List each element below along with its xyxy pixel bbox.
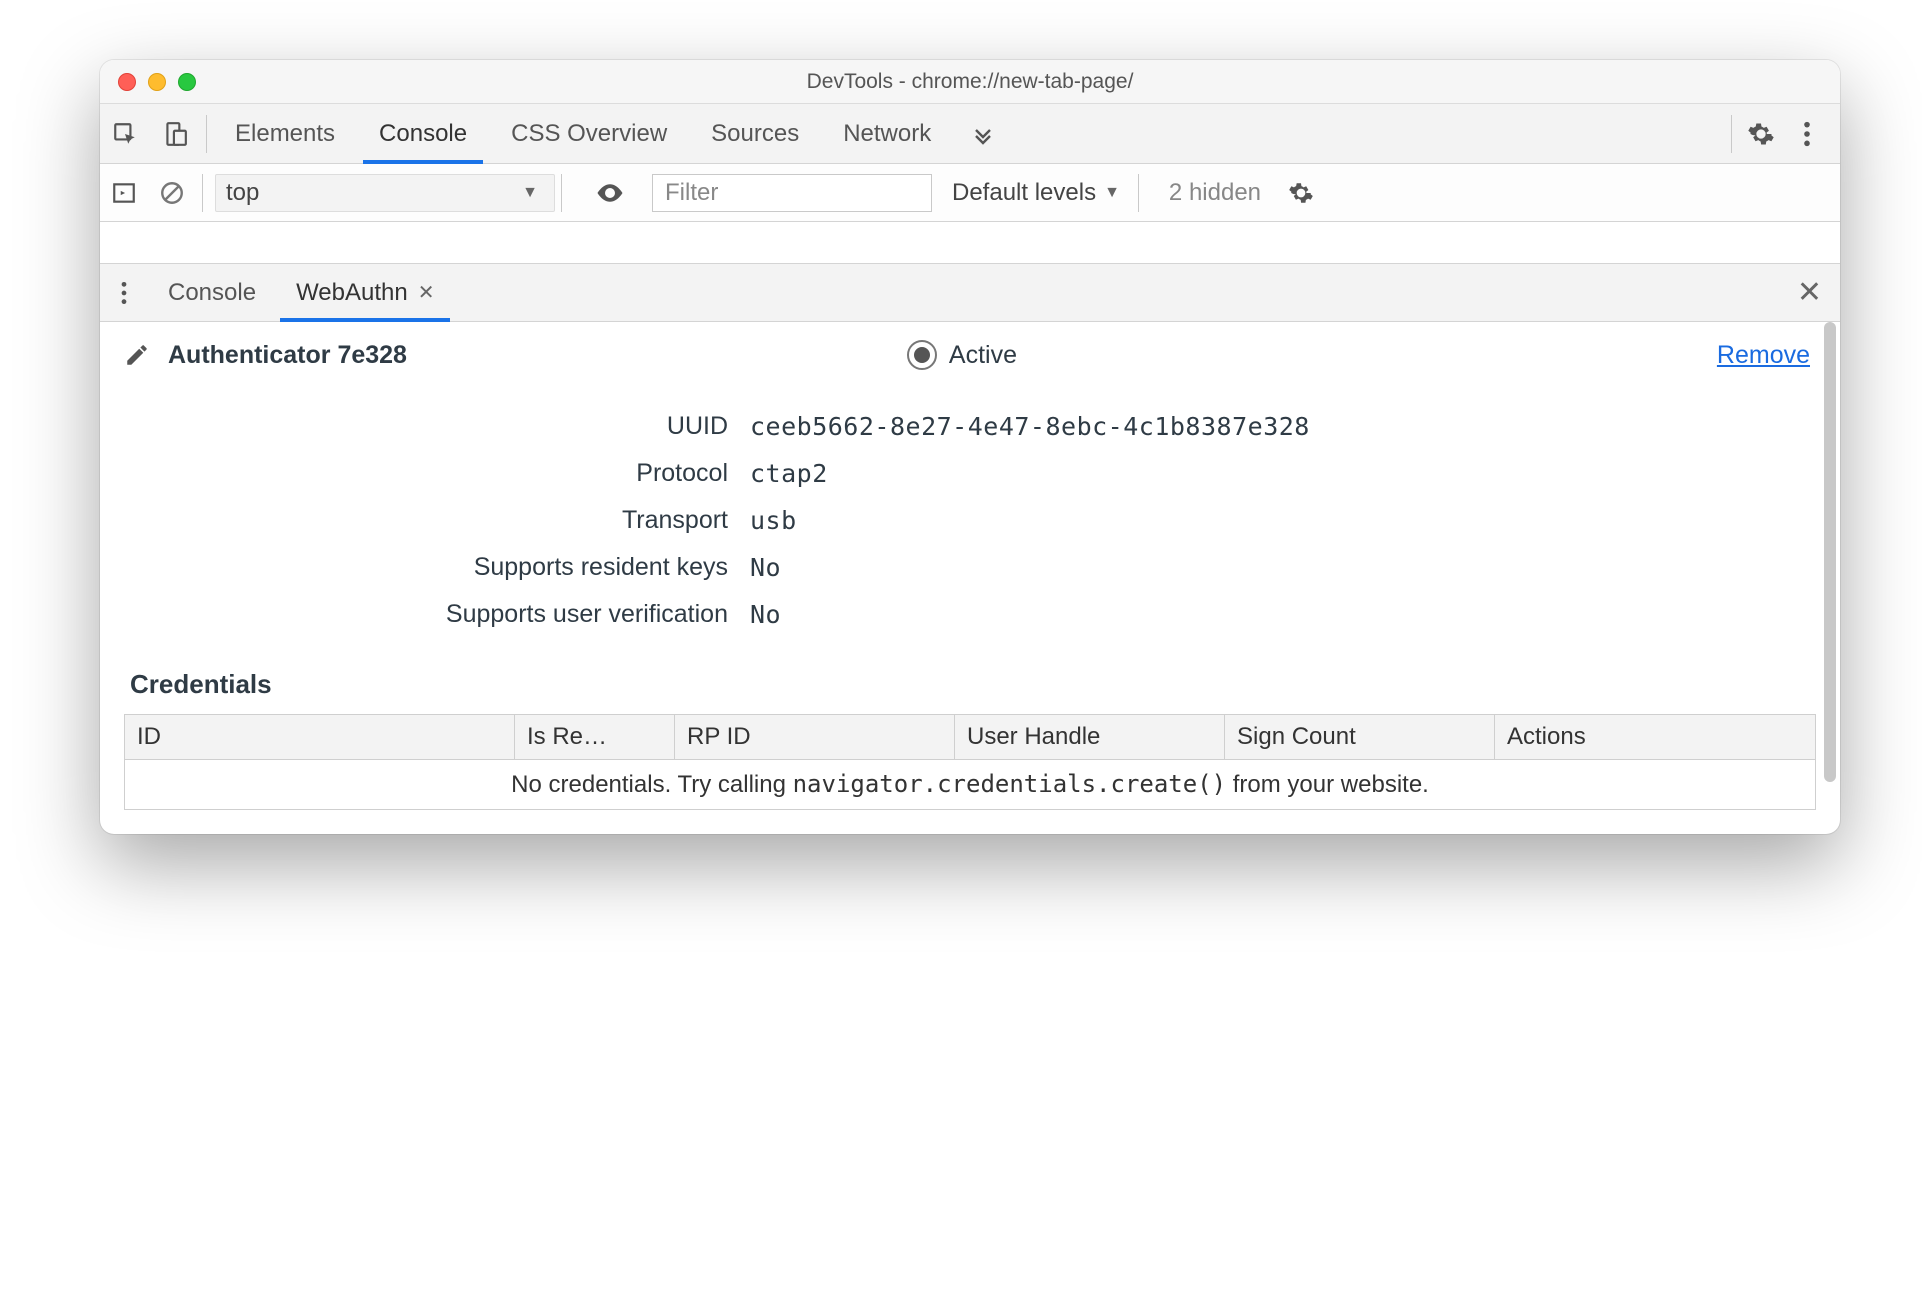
console-sidebar-toggle-icon[interactable] — [100, 180, 148, 206]
table-header-row: ID Is Re… RP ID User Handle Sign Count A… — [125, 715, 1816, 760]
col-rp-id[interactable]: RP ID — [675, 715, 955, 760]
device-toolbar-icon[interactable] — [150, 104, 200, 164]
window-title: DevTools - chrome://new-tab-page/ — [100, 70, 1840, 94]
console-output-area — [100, 222, 1840, 264]
toolbar-divider — [1731, 115, 1732, 153]
col-user-handle[interactable]: User Handle — [955, 715, 1225, 760]
col-actions[interactable]: Actions — [1495, 715, 1816, 760]
drawer-tab-label: WebAuthn — [296, 279, 408, 307]
more-tabs-icon[interactable] — [953, 104, 1013, 164]
dropdown-arrow-icon: ▼ — [1104, 184, 1120, 202]
drawer-tab-console[interactable]: Console — [148, 264, 276, 322]
clear-console-icon[interactable] — [148, 180, 196, 206]
tab-css-overview[interactable]: CSS Overview — [489, 104, 689, 164]
window-zoom-button[interactable] — [178, 73, 196, 91]
uuid-label: UUID — [130, 412, 750, 441]
vertical-scrollbar[interactable] — [1824, 322, 1836, 782]
uuid-value: ceeb5662-8e27-4e47-8ebc-4c1b8387e328 — [750, 412, 1810, 441]
execution-context-label: top — [226, 179, 259, 207]
tab-console[interactable]: Console — [357, 104, 489, 164]
tab-elements[interactable]: Elements — [213, 104, 357, 164]
hidden-messages-label[interactable]: 2 hidden — [1169, 179, 1261, 207]
log-levels-selector[interactable]: Default levels ▼ — [952, 179, 1120, 207]
empty-text-code: navigator.credentials.create() — [793, 770, 1226, 798]
protocol-value: ctap2 — [750, 459, 1810, 488]
transport-label: Transport — [130, 506, 750, 535]
resident-keys-label: Supports resident keys — [130, 553, 750, 582]
dropdown-arrow-icon: ▼ — [522, 184, 538, 202]
drawer-kebab-menu-icon[interactable] — [100, 280, 148, 306]
drawer-tab-label: Console — [168, 279, 256, 307]
active-label: Active — [949, 341, 1017, 370]
table-empty-row: No credentials. Try calling navigator.cr… — [125, 760, 1816, 810]
toolbar-divider — [561, 174, 562, 212]
devtools-window: DevTools - chrome://new-tab-page/ Elemen… — [100, 60, 1840, 834]
log-levels-label: Default levels — [952, 179, 1096, 207]
drawer-tabs: Console WebAuthn ✕ ✕ — [100, 264, 1840, 322]
console-filter-input[interactable] — [652, 174, 932, 212]
empty-text-suffix: from your website. — [1226, 771, 1429, 798]
col-id[interactable]: ID — [125, 715, 515, 760]
console-settings-gear-icon[interactable] — [1277, 180, 1325, 206]
settings-gear-icon[interactable] — [1738, 104, 1784, 164]
main-tabs: Elements Console CSS Overview Sources Ne… — [213, 104, 1013, 164]
col-is-resident[interactable]: Is Re… — [515, 715, 675, 760]
authenticator-properties: UUID ceeb5662-8e27-4e47-8ebc-4c1b8387e32… — [100, 388, 1840, 659]
transport-value: usb — [750, 506, 1810, 535]
empty-text-prefix: No credentials. Try calling — [511, 771, 792, 798]
console-filter-bar: top ▼ Default levels ▼ 2 hidden — [100, 164, 1840, 222]
devtools-main-toolbar: Elements Console CSS Overview Sources Ne… — [100, 104, 1840, 164]
tab-network[interactable]: Network — [821, 104, 953, 164]
user-verification-value: No — [750, 600, 1810, 629]
remove-authenticator-link[interactable]: Remove — [1717, 341, 1810, 370]
col-sign-count[interactable]: Sign Count — [1225, 715, 1495, 760]
toolbar-divider — [1138, 174, 1139, 212]
credentials-heading: Credentials — [100, 659, 1840, 714]
edit-pencil-icon[interactable] — [124, 342, 150, 368]
close-drawer-icon[interactable]: ✕ — [1797, 275, 1840, 310]
inspect-element-icon[interactable] — [100, 104, 150, 164]
kebab-menu-icon[interactable] — [1784, 104, 1830, 164]
webauthn-panel: Authenticator 7e328 Active Remove UUID c… — [100, 322, 1840, 810]
window-close-button[interactable] — [118, 73, 136, 91]
active-radio[interactable] — [907, 340, 937, 370]
close-tab-icon[interactable]: ✕ — [418, 280, 435, 305]
toolbar-divider — [202, 174, 203, 212]
tab-sources[interactable]: Sources — [689, 104, 821, 164]
live-expression-icon[interactable] — [586, 178, 634, 208]
window-traffic-lights — [100, 73, 196, 91]
protocol-label: Protocol — [130, 459, 750, 488]
resident-keys-value: No — [750, 553, 1810, 582]
window-titlebar: DevTools - chrome://new-tab-page/ — [100, 60, 1840, 104]
execution-context-selector[interactable]: top ▼ — [215, 174, 555, 212]
authenticator-header: Authenticator 7e328 Active Remove — [100, 322, 1840, 388]
credentials-table: ID Is Re… RP ID User Handle Sign Count A… — [124, 714, 1816, 810]
window-minimize-button[interactable] — [148, 73, 166, 91]
drawer-tab-webauthn[interactable]: WebAuthn ✕ — [276, 264, 454, 322]
authenticator-title: Authenticator 7e328 — [168, 341, 407, 370]
toolbar-divider — [206, 115, 207, 153]
user-verification-label: Supports user verification — [130, 600, 750, 629]
